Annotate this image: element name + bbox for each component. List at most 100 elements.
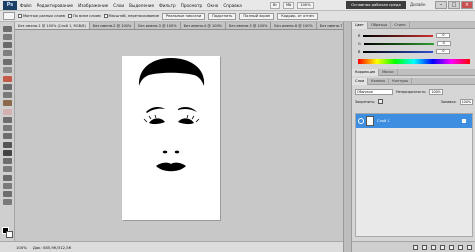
right-panels: Цвет Образцы Стили R 0 G 0 B 0 Коррекция… [351,22,475,252]
document-tab-4[interactable]: Без имени-4 @ 100% [180,22,227,29]
print-size-button[interactable]: Кадрир. от отпеч [277,12,319,20]
menu-view[interactable]: Просмотр [181,3,203,8]
collapsed-panel-strip[interactable] [343,22,351,252]
fill-screen-button[interactable]: Полный экран [239,12,275,20]
tab-layers[interactable]: Слои [352,78,369,85]
new-layer-icon[interactable] [458,244,463,250]
document-info[interactable]: Док: 585,9К/312,5К [33,245,71,250]
close-button[interactable]: × [461,1,473,9]
tab-styles[interactable]: Стили [391,22,410,29]
green-slider[interactable] [363,42,434,45]
menu-items: Файл Редактирование Изображение Слои Выд… [20,0,242,11]
menu-edit[interactable]: Редактирование [37,3,74,8]
gradient-tool-icon[interactable] [3,117,12,123]
menu-filter[interactable]: Фильтр [159,3,176,8]
zoom-select[interactable]: 100% [297,2,314,9]
healing-brush-tool-icon[interactable] [3,76,12,82]
color-spectrum[interactable] [358,59,470,64]
layer-name[interactable]: Слой 1 [377,118,390,124]
marquee-tool-icon[interactable] [3,34,12,40]
fill-input[interactable]: 100% [459,98,473,105]
menu-image[interactable]: Изображение [78,3,108,8]
folder-icon[interactable] [449,244,454,250]
quick-select-tool-icon[interactable] [3,50,12,56]
eye-icon[interactable] [358,118,364,124]
maximize-button[interactable]: □ [448,1,460,9]
color-panel-tabs: Цвет Образцы Стили [352,22,475,29]
resize-windows-checkbox[interactable]: Монтаж разных слоев [18,14,65,18]
pen-tool-icon[interactable] [3,142,12,148]
slider-label: R [358,33,361,38]
layer-row[interactable]: Слой 1 [356,114,472,128]
zoom-level[interactable]: 100% [16,245,27,250]
canvas-area[interactable] [15,30,343,241]
zoom-tool-icon[interactable] [3,199,12,205]
document-canvas[interactable] [122,56,220,220]
window-controls: – □ × [435,1,473,9]
trash-icon[interactable] [467,244,472,250]
workspace-button[interactable]: Основная рабочая среда [346,1,406,9]
mask-icon[interactable] [431,244,436,250]
checkbox-label: Масштаб, перетаскивание [108,14,159,18]
red-value[interactable]: 0 [436,33,451,38]
eraser-tool-icon[interactable] [3,109,12,115]
blue-slider[interactable] [363,50,434,53]
document-tab-3[interactable]: Без имени-3 @ 100% [135,22,181,29]
opacity-label: Непрозрачность: [396,89,427,94]
bridge-button[interactable]: Br [270,2,280,9]
menu-layers[interactable]: Слои [113,3,124,8]
hand-tool-icon[interactable] [3,191,12,197]
opacity-input[interactable]: 100% [429,88,443,95]
green-value[interactable]: 0 [436,41,451,46]
type-tool-icon[interactable] [3,150,12,156]
checkbox-label: Монтаж разных слоев [23,14,65,18]
lasso-tool-icon[interactable] [3,42,12,48]
lock-icon[interactable] [378,99,384,104]
menu-window[interactable]: Окно [207,3,218,8]
document-tab-7[interactable]: Без имени-7 @ 100% [316,22,343,29]
design-workspace-link[interactable]: Дизайн [410,1,426,9]
move-tool-icon[interactable] [3,26,12,32]
document-tab-6[interactable]: Без имени-6 @ 100% [271,22,317,29]
tab-masks[interactable]: Маски [379,69,398,76]
tab-color[interactable]: Цвет [352,22,368,29]
minimize-button[interactable]: – [435,1,447,9]
eyedropper-tool-icon[interactable] [3,67,12,73]
app-logo: Ps [3,1,17,10]
document-tab-5[interactable]: Без имени-5 @ 100% [226,22,272,29]
blue-value[interactable]: 0 [436,49,451,54]
path-select-tool-icon[interactable] [3,158,12,164]
document-tab-1[interactable]: Без имени-1 @ 100% (Слой 1, RGB/8) [15,22,90,29]
actual-pixels-button[interactable]: Реальные пиксели [161,12,206,20]
zoom-tool-preset-icon[interactable] [3,12,15,20]
dodge-tool-icon[interactable] [3,133,12,139]
red-slider[interactable] [363,34,434,37]
3d-rotate-tool-icon[interactable] [3,175,12,181]
brush-tool-icon[interactable] [3,84,12,90]
clone-stamp-tool-icon[interactable] [3,92,12,98]
document-tab-2[interactable]: Без имени-2 @ 100% [89,22,136,29]
blur-tool-icon[interactable] [3,125,12,131]
shape-tool-icon[interactable] [3,166,12,172]
fit-screen-button[interactable]: Подогнать [208,12,237,20]
tab-paths[interactable]: Контуры [389,78,413,85]
layer-lock-icon [462,119,466,123]
3d-orbit-tool-icon[interactable] [3,183,12,189]
tab-swatches[interactable]: Образцы [368,22,392,29]
crop-tool-icon[interactable] [3,59,12,65]
blend-mode-select[interactable]: Обычные [355,88,393,95]
mini-bridge-button[interactable]: Mb [282,2,295,9]
fx-icon[interactable] [422,244,427,250]
menu-file[interactable]: Файл [20,3,32,8]
right-eye [178,118,194,125]
tab-channels[interactable]: Каналы [368,78,390,85]
menu-help[interactable]: Справка [223,3,241,8]
tab-adjustments[interactable]: Коррекция [352,69,380,76]
history-brush-tool-icon[interactable] [3,100,12,106]
link-icon[interactable] [413,244,418,250]
scrubby-zoom-checkbox[interactable]: Масштаб, перетаскивание [103,14,159,18]
all-windows-checkbox[interactable]: По всем слоям [67,14,101,18]
menu-select[interactable]: Выделение [129,3,154,8]
background-color-swatch[interactable] [6,231,13,238]
adjustment-icon[interactable] [440,244,445,250]
